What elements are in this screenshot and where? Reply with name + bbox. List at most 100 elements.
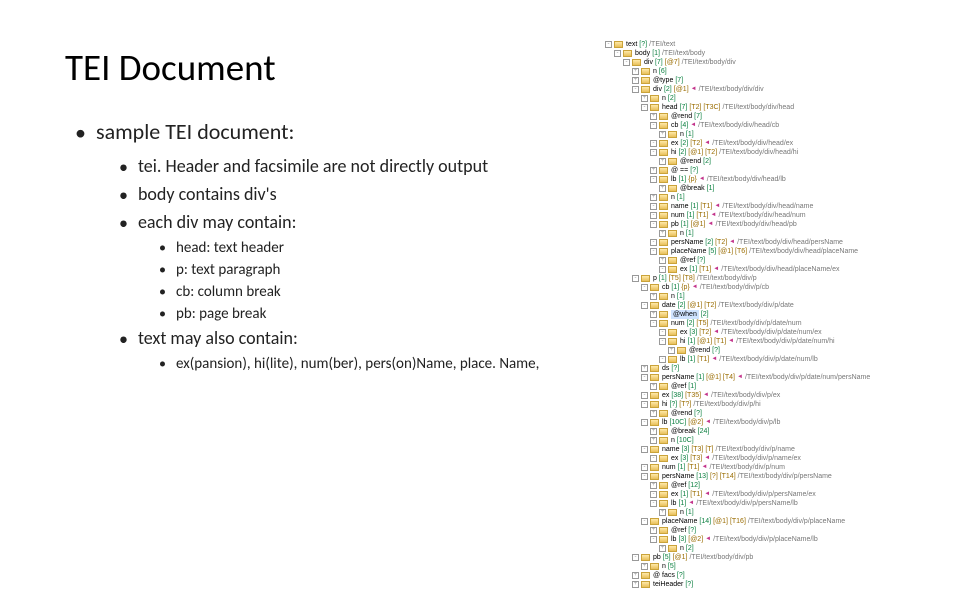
- tree-node[interactable]: -lb[1]{p}◄/TEI/text/body/div/head/lb: [605, 175, 920, 184]
- collapse-icon[interactable]: -: [641, 392, 648, 399]
- collapse-icon[interactable]: -: [659, 266, 666, 273]
- collapse-icon[interactable]: -: [650, 140, 657, 147]
- collapse-icon[interactable]: -: [650, 455, 657, 462]
- collapse-icon[interactable]: -: [650, 149, 657, 156]
- expand-icon[interactable]: +: [632, 68, 639, 75]
- collapse-icon[interactable]: -: [650, 320, 657, 327]
- collapse-icon[interactable]: -: [632, 86, 639, 93]
- collapse-icon[interactable]: -: [641, 104, 648, 111]
- expand-icon[interactable]: +: [650, 293, 657, 300]
- tree-node[interactable]: +ds[?]: [605, 364, 920, 373]
- tree-node[interactable]: -ex[38][T35]◄/TEI/text/body/div/p/ex: [605, 391, 920, 400]
- tree-node[interactable]: -div[2][@1]◄/TEI/text/body/div/div: [605, 85, 920, 94]
- collapse-icon[interactable]: -: [632, 275, 639, 282]
- tree-node[interactable]: -num[2][T5]/TEI/text/body/div/p/date/num: [605, 319, 920, 328]
- tree-node[interactable]: +@rend[2]: [605, 157, 920, 166]
- collapse-icon[interactable]: -: [659, 356, 666, 363]
- tree-node[interactable]: +@break[24]: [605, 427, 920, 436]
- expand-icon[interactable]: +: [650, 194, 657, 201]
- collapse-icon[interactable]: -: [623, 59, 630, 66]
- expand-icon[interactable]: +: [659, 230, 666, 237]
- collapse-icon[interactable]: -: [641, 302, 648, 309]
- expand-icon[interactable]: +: [659, 545, 666, 552]
- tree-node[interactable]: -div[7][@7]/TEI/text/body/div: [605, 58, 920, 67]
- tree-node[interactable]: -ex[1][T1]◄/TEI/text/body/div/head/place…: [605, 265, 920, 274]
- tree-node[interactable]: -text[?]/TEI/text: [605, 40, 920, 49]
- tree-node[interactable]: +n[1]: [605, 229, 920, 238]
- expand-icon[interactable]: +: [650, 482, 657, 489]
- tree-node[interactable]: -hi[1][@1] [T1]◄/TEI/text/body/div/p/dat…: [605, 337, 920, 346]
- expand-icon[interactable]: +: [659, 158, 666, 165]
- expand-icon[interactable]: +: [650, 410, 657, 417]
- tree-node[interactable]: -head[7][T2] [T3C]/TEI/text/body/div/hea…: [605, 103, 920, 112]
- tree-node[interactable]: -persName[13][?] [T14]/TEI/text/body/div…: [605, 472, 920, 481]
- tree-node[interactable]: +@rend[?]: [605, 346, 920, 355]
- collapse-icon[interactable]: -: [659, 329, 666, 336]
- collapse-icon[interactable]: -: [641, 419, 648, 426]
- tree-node[interactable]: +@rend[?]: [605, 409, 920, 418]
- expand-icon[interactable]: +: [650, 383, 657, 390]
- expand-icon[interactable]: +: [641, 365, 648, 372]
- expand-icon[interactable]: +: [659, 185, 666, 192]
- tree-node[interactable]: +n[2]: [605, 544, 920, 553]
- collapse-icon[interactable]: -: [641, 518, 648, 525]
- tree-node[interactable]: -placeName[14][@1] [T16]/TEI/text/body/d…: [605, 517, 920, 526]
- tree-node[interactable]: +n[2]: [605, 94, 920, 103]
- expand-icon[interactable]: +: [650, 113, 657, 120]
- collapse-icon[interactable]: -: [650, 239, 657, 246]
- tree-node[interactable]: -p[1][T5] [T8]/TEI/text/body/div/p: [605, 274, 920, 283]
- tree-node[interactable]: -ex[2][T2]◄/TEI/text/body/div/head/ex: [605, 139, 920, 148]
- expand-icon[interactable]: +: [650, 527, 657, 534]
- collapse-icon[interactable]: -: [632, 554, 639, 561]
- tree-node[interactable]: +@ref[12]: [605, 481, 920, 490]
- collapse-icon[interactable]: -: [605, 41, 612, 48]
- tree-node[interactable]: -name[1][T1]◄/TEI/text/body/div/head/nam…: [605, 202, 920, 211]
- tree-node[interactable]: -persName[1][@1] [T4]◄/TEI/text/body/div…: [605, 373, 920, 382]
- collapse-icon[interactable]: -: [650, 176, 657, 183]
- tree-node[interactable]: -name[3][T3] [T]/TEI/text/body/div/p/nam…: [605, 445, 920, 454]
- expand-icon[interactable]: +: [641, 563, 648, 570]
- tree-node[interactable]: +@ref[1]: [605, 382, 920, 391]
- collapse-icon[interactable]: -: [641, 374, 648, 381]
- tree-node[interactable]: -hi[2][@1] [T2]/TEI/text/body/div/head/h…: [605, 148, 920, 157]
- tree-node[interactable]: -ex[1][T1]◄/TEI/text/body/div/p/persName…: [605, 490, 920, 499]
- tree-node[interactable]: +n[1]: [605, 130, 920, 139]
- tree-node[interactable]: +@when[2]: [605, 310, 920, 319]
- tree-node[interactable]: +n[1]: [605, 193, 920, 202]
- expand-icon[interactable]: +: [650, 437, 657, 444]
- expand-icon[interactable]: +: [632, 77, 639, 84]
- expand-icon[interactable]: +: [650, 311, 657, 318]
- tree-node[interactable]: -date[2][@1] [T2]/TEI/text/body/div/p/da…: [605, 301, 920, 310]
- expand-icon[interactable]: +: [668, 347, 675, 354]
- tree-node[interactable]: -lb[1][T1]◄/TEI/text/body/div/p/date/num…: [605, 355, 920, 364]
- tree-node[interactable]: +n[1]: [605, 508, 920, 517]
- expand-icon[interactable]: +: [659, 257, 666, 264]
- collapse-icon[interactable]: -: [641, 401, 648, 408]
- tree-node[interactable]: +teiHeader[?]: [605, 580, 920, 589]
- collapse-icon[interactable]: -: [650, 221, 657, 228]
- expand-icon[interactable]: +: [641, 95, 648, 102]
- tree-node[interactable]: +@ref[?]: [605, 526, 920, 535]
- tree-node[interactable]: +@ref[?]: [605, 256, 920, 265]
- collapse-icon[interactable]: -: [641, 473, 648, 480]
- tree-node[interactable]: -pb[5][@1]/TEI/text/body/div/pb: [605, 553, 920, 562]
- tree-node[interactable]: +n[5]: [605, 562, 920, 571]
- tree-node[interactable]: -body[1]/TEI/text/body: [605, 49, 920, 58]
- collapse-icon[interactable]: -: [650, 203, 657, 210]
- tree-node[interactable]: +n[6]: [605, 67, 920, 76]
- tree-node[interactable]: +@ facs[?]: [605, 571, 920, 580]
- collapse-icon[interactable]: -: [641, 446, 648, 453]
- tree-node[interactable]: -cb[4]◄/TEI/text/body/div/head/cb: [605, 121, 920, 130]
- tree-node[interactable]: -lb[1]◄/TEI/text/body/div/p/persName/lb: [605, 499, 920, 508]
- tree-node[interactable]: -ex[3][T3]◄/TEI/text/body/div/p/name/ex: [605, 454, 920, 463]
- collapse-icon[interactable]: -: [641, 464, 648, 471]
- tree-node[interactable]: -lb[10C][@2]◄/TEI/text/body/div/p/lb: [605, 418, 920, 427]
- tree-node[interactable]: -ex[3][T2]◄/TEI/text/body/div/p/date/num…: [605, 328, 920, 337]
- tree-node[interactable]: +@ ==[?]: [605, 166, 920, 175]
- expand-icon[interactable]: +: [650, 428, 657, 435]
- tree-node[interactable]: +n[10C]: [605, 436, 920, 445]
- expand-icon[interactable]: +: [650, 167, 657, 174]
- tree-node[interactable]: +@rend[7]: [605, 112, 920, 121]
- tree-node[interactable]: -placeName[5][@1] [T6]/TEI/text/body/div…: [605, 247, 920, 256]
- collapse-icon[interactable]: -: [650, 122, 657, 129]
